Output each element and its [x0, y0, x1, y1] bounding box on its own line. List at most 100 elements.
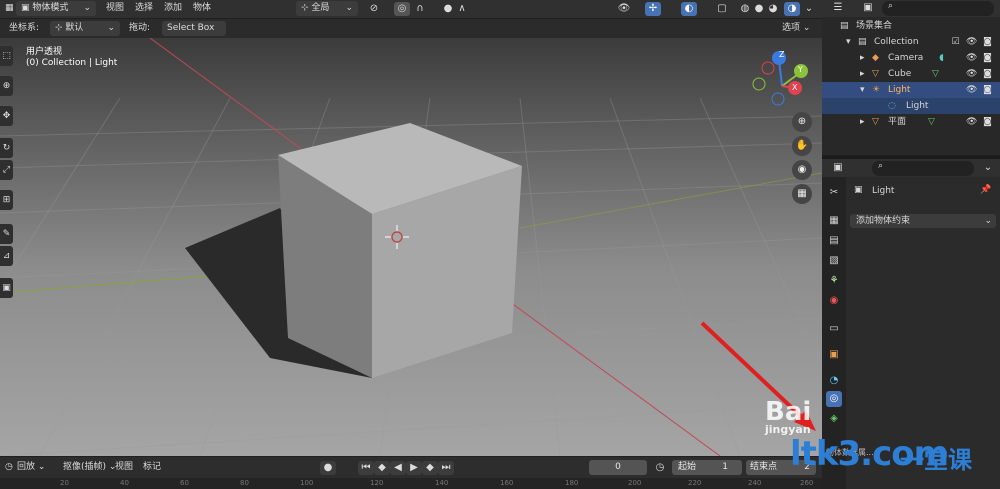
- menu-object[interactable]: 物体: [188, 1, 216, 16]
- gizmo-toggle-icon[interactable]: ✢: [645, 2, 661, 16]
- outliner-row-light-data[interactable]: ◌ Light: [822, 98, 1000, 114]
- render-tab-icon[interactable]: ▦: [826, 213, 842, 229]
- rendered-shading-icon[interactable]: ◑: [784, 2, 800, 16]
- material-shading-icon[interactable]: ◕: [765, 2, 781, 16]
- start-frame-field[interactable]: 起始 1: [672, 460, 742, 475]
- ruler-tick: 140: [435, 479, 449, 487]
- menu-add[interactable]: 添加: [159, 1, 187, 16]
- jump-end-icon[interactable]: ⏭: [438, 461, 454, 475]
- select-tool-icon[interactable]: ⬚: [0, 46, 13, 66]
- play-reverse-icon[interactable]: ◀: [390, 461, 406, 475]
- tool-tab-icon[interactable]: ✂: [826, 185, 842, 201]
- ruler-tick: 160: [500, 479, 514, 487]
- timeline-view-menu[interactable]: 视图: [110, 460, 138, 475]
- viewport-header: ▦ ▣ 物体模式 ⌄ 视图 选择 添加 物体 ⊹ 全局 ⌄ ⊘ ◎ ∩ ● ∧ 👁 …: [0, 0, 822, 18]
- light-data-icon: ◌: [888, 101, 896, 111]
- eye-icon[interactable]: 👁: [966, 66, 977, 82]
- drag-dropdown[interactable]: Select Box⌄: [162, 21, 226, 48]
- timeline-ruler[interactable]: 20 40 60 80 100 120 140 160 180 200 220 …: [0, 478, 822, 489]
- cursor-tool-icon[interactable]: ⊕: [0, 76, 13, 96]
- annotate-tool-icon[interactable]: ✎: [0, 224, 13, 244]
- expand-arrow-icon: ▾: [846, 37, 851, 47]
- scale-tool-icon[interactable]: ⤢: [0, 160, 13, 180]
- object-tab-icon[interactable]: ▣: [826, 347, 842, 363]
- camera-render-icon[interactable]: ◙: [982, 114, 993, 130]
- falloff-icon[interactable]: ∧: [454, 2, 470, 16]
- 3d-viewport[interactable]: Z Y X 用户透视 (0) Collection | Light ⬚ ⊕ ✥ …: [0, 38, 822, 456]
- play-icon[interactable]: ▶: [406, 461, 422, 475]
- mode-dropdown[interactable]: ▣ 物体模式 ⌄: [16, 1, 96, 16]
- camera-render-icon[interactable]: ◙: [982, 50, 993, 66]
- properties-header: ▣ ⌕ ⌄: [822, 157, 1000, 177]
- menu-view[interactable]: 视图: [101, 1, 129, 16]
- ruler-tick: 60: [180, 479, 189, 487]
- current-frame-field[interactable]: 0: [589, 460, 647, 475]
- eye-icon[interactable]: 👁: [966, 82, 977, 98]
- timeline-header: ◷ 回放 ⌄ 抠像(插帧) ⌄ 视图 标记 ● ⏮ ◆ ◀ ▶ ◆ ⏭ 0 ◷ …: [0, 456, 822, 478]
- properties-editor-icon[interactable]: ▣: [830, 161, 846, 175]
- perspective-grid-icon[interactable]: ▦: [792, 184, 812, 204]
- transform-tool-icon[interactable]: ⊞: [0, 190, 13, 210]
- ruler-tick: 80: [240, 479, 249, 487]
- pin-icon[interactable]: 📌: [980, 185, 991, 195]
- site-name-watermark: 一堂课: [900, 446, 972, 474]
- jump-start-icon[interactable]: ⏮: [358, 461, 374, 475]
- transform-orientation-dropdown[interactable]: ⊹ 全局 ⌄: [296, 1, 358, 16]
- menu-select[interactable]: 选择: [130, 1, 158, 16]
- record-icon[interactable]: ●: [320, 461, 336, 475]
- rotate-tool-icon[interactable]: ↻: [0, 138, 13, 158]
- camera-render-icon[interactable]: ◙: [982, 66, 993, 82]
- view-layer-tab-icon[interactable]: ▧: [826, 253, 842, 269]
- output-tab-icon[interactable]: ▤: [826, 233, 842, 249]
- physics-tab-icon[interactable]: ◔: [826, 373, 842, 389]
- options-dropdown[interactable]: 选项 ⌄: [777, 21, 815, 36]
- eye-icon[interactable]: 👁: [966, 50, 977, 66]
- object-data-tab-icon[interactable]: ◈: [826, 411, 842, 427]
- chevron-down-icon: ⌄: [107, 23, 115, 33]
- outliner-row-plane[interactable]: ▸ ▽ 平面 ▽ 👁 ◙: [822, 114, 1000, 130]
- overlay-toggle-icon[interactable]: ◐: [681, 2, 697, 16]
- pivot-point-icon[interactable]: ⊘: [366, 2, 382, 16]
- add-cube-tool-icon[interactable]: ▣: [0, 278, 13, 298]
- snap-target-icon[interactable]: ∩: [412, 2, 428, 16]
- add-constraint-button[interactable]: 添加物体约束 ⌄: [850, 214, 996, 228]
- outliner-row-camera[interactable]: ▸ ◆ Camera ◖ 👁 ◙: [822, 50, 1000, 66]
- stopwatch-icon[interactable]: ◷: [652, 461, 668, 475]
- next-keyframe-icon[interactable]: ◆: [422, 461, 438, 475]
- visibility-icon[interactable]: 👁: [616, 2, 632, 16]
- world-tab-icon[interactable]: ◉: [826, 293, 842, 309]
- eye-icon[interactable]: 👁: [966, 34, 977, 50]
- chevron-down-icon: ⌄: [984, 216, 992, 226]
- marker-menu[interactable]: 标记: [138, 460, 166, 475]
- zoom-icon[interactable]: ⊕: [792, 112, 812, 132]
- outliner-row-light[interactable]: ▾ ☀ Light 👁 ◙: [822, 82, 1000, 98]
- snap-icon[interactable]: ◎: [394, 2, 410, 16]
- outliner-editor-icon[interactable]: ☰: [830, 1, 846, 15]
- editor-type-icon[interactable]: ▦: [0, 1, 14, 16]
- shading-options-icon[interactable]: ⌄: [801, 2, 817, 16]
- scene-render: [0, 38, 822, 456]
- chevron-down-icon[interactable]: ⌄: [980, 161, 996, 175]
- constraints-tab-icon[interactable]: ◎: [826, 391, 842, 407]
- properties-search-input[interactable]: ⌕: [872, 161, 974, 176]
- checkbox-icon[interactable]: ☑: [950, 34, 961, 50]
- outliner-row-scene-collection[interactable]: ▤ 场景集合: [822, 18, 1000, 34]
- camera-render-icon[interactable]: ◙: [982, 34, 993, 50]
- outliner-row-collection[interactable]: ▾ ▤ Collection ☑ 👁 ◙: [822, 34, 1000, 50]
- orientation-dropdown[interactable]: ⊹ 默认 ⌄: [50, 21, 120, 36]
- collection-tab-icon[interactable]: ▭: [826, 321, 842, 337]
- pan-hand-icon[interactable]: ✋: [792, 136, 812, 156]
- outliner-row-cube[interactable]: ▸ ▽ Cube ▽ 👁 ◙: [822, 66, 1000, 82]
- move-tool-icon[interactable]: ✥: [0, 106, 13, 126]
- camera-view-icon[interactable]: ◉: [792, 160, 812, 180]
- measure-tool-icon[interactable]: ⊿: [0, 246, 13, 266]
- display-mode-icon[interactable]: ▣: [860, 1, 876, 15]
- scene-tab-icon[interactable]: ⚘: [826, 273, 842, 289]
- xray-icon[interactable]: ▢: [714, 2, 730, 16]
- prev-keyframe-icon[interactable]: ◆: [374, 461, 390, 475]
- camera-render-icon[interactable]: ◙: [982, 82, 993, 98]
- chevron-down-icon: ⌄: [345, 3, 353, 13]
- playback-menu[interactable]: 回放 ⌄: [12, 460, 50, 475]
- eye-icon[interactable]: 👁: [966, 114, 977, 130]
- outliner-search-input[interactable]: ⌕: [882, 1, 994, 16]
